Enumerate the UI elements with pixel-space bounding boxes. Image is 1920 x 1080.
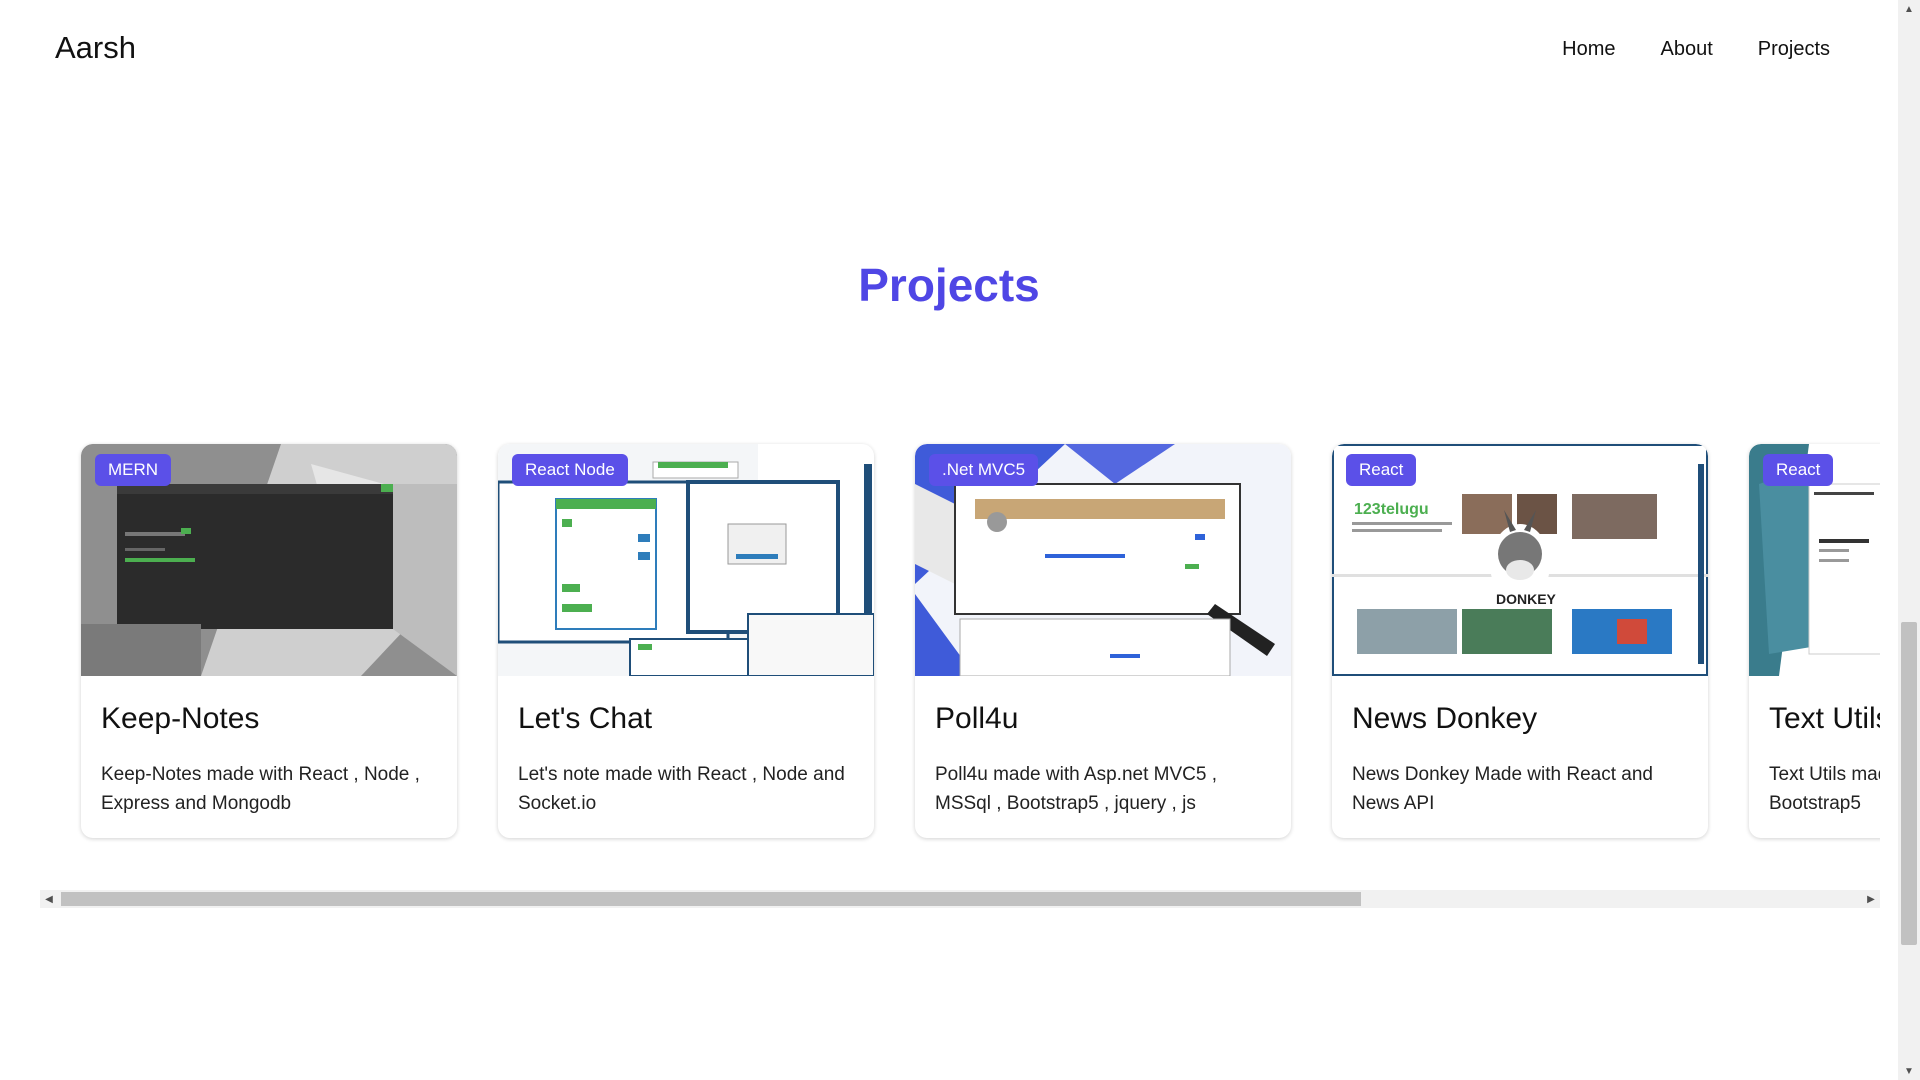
project-title: Poll4u bbox=[935, 702, 1019, 735]
project-cards: MERN Keep-Notes Keep-Notes made with Rea… bbox=[81, 444, 1880, 838]
horizontal-scrollbar[interactable]: ◀ ▶ bbox=[40, 890, 1880, 908]
project-description: Let's note made with React , Node and So… bbox=[518, 764, 845, 814]
project-card-lets-chat[interactable]: React Node Let's Chat Let's note made wi… bbox=[498, 444, 874, 838]
project-thumbnail: React bbox=[1749, 444, 1880, 676]
project-title: Keep-Notes bbox=[101, 702, 260, 735]
nav-link-projects[interactable]: Projects bbox=[1758, 38, 1830, 61]
scroll-down-icon[interactable]: ▼ bbox=[1898, 1062, 1920, 1080]
project-thumbnail: 123telugu DONKEY React bbox=[1332, 444, 1708, 676]
project-card-keep-notes[interactable]: MERN Keep-Notes Keep-Notes made with Rea… bbox=[81, 444, 457, 838]
project-description: News Donkey Made with React and News API bbox=[1352, 764, 1653, 814]
project-thumbnail: .Net MVC5 bbox=[915, 444, 1291, 676]
nav-link-home[interactable]: Home bbox=[1562, 38, 1615, 61]
project-description: Keep-Notes made with React , Node , Expr… bbox=[101, 764, 420, 814]
tech-badge: .Net MVC5 bbox=[929, 454, 1039, 486]
scroll-left-icon[interactable]: ◀ bbox=[40, 890, 58, 908]
nav-link-about[interactable]: About bbox=[1660, 38, 1712, 61]
horizontal-scroll-thumb[interactable] bbox=[61, 892, 1361, 906]
vertical-scrollbar[interactable]: ▲ ▼ bbox=[1898, 0, 1920, 1080]
project-thumbnail: MERN bbox=[81, 444, 457, 676]
project-title: Text Utils bbox=[1769, 702, 1880, 735]
vertical-scroll-thumb[interactable] bbox=[1901, 622, 1917, 945]
brand-logo[interactable]: Aarsh bbox=[55, 30, 136, 66]
project-description: Poll4u made with Asp.net MVC5 , MSSql , … bbox=[935, 764, 1217, 814]
tech-badge: React bbox=[1763, 454, 1834, 486]
nav-links: Home About Projects bbox=[1562, 38, 1830, 61]
tech-badge: MERN bbox=[95, 454, 172, 486]
project-title: Let's Chat bbox=[518, 702, 653, 735]
project-title: News Donkey bbox=[1352, 702, 1538, 735]
project-thumbnail: React Node bbox=[498, 444, 874, 676]
project-card-news-donkey[interactable]: 123telugu DONKEY React News Donkey News … bbox=[1332, 444, 1708, 838]
scroll-up-icon[interactable]: ▲ bbox=[1898, 0, 1920, 18]
tech-badge: React bbox=[1346, 454, 1417, 486]
svg-text:DONKEY: DONKEY bbox=[1496, 591, 1557, 607]
projects-scroller[interactable]: MERN Keep-Notes Keep-Notes made with Rea… bbox=[40, 440, 1880, 910]
tech-badge: React Node bbox=[512, 454, 628, 486]
section-title: Projects bbox=[858, 259, 1040, 311]
svg-text:123telugu: 123telugu bbox=[1354, 501, 1429, 518]
project-card-text-utils[interactable]: React Text Utils Text Utils made with Re… bbox=[1749, 444, 1880, 838]
project-card-poll4u[interactable]: .Net MVC5 Poll4u Poll4u made with Asp.ne… bbox=[915, 444, 1291, 838]
scroll-right-icon[interactable]: ▶ bbox=[1862, 890, 1880, 908]
navbar: Aarsh Home About Projects bbox=[0, 0, 1898, 102]
project-description: Text Utils made with React and Bootstrap… bbox=[1769, 764, 1880, 814]
